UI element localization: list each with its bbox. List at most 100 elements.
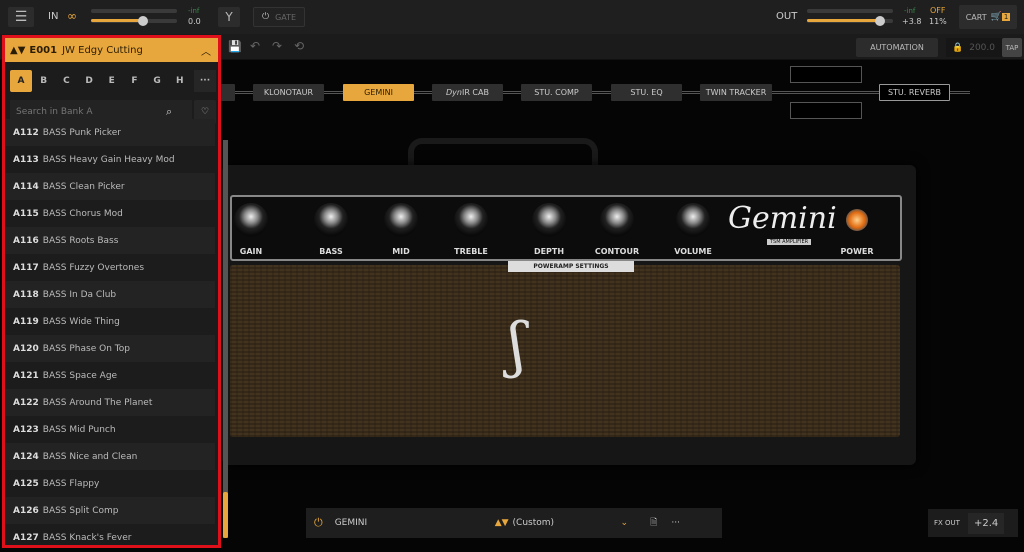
lock-icon[interactable]: 🔒	[952, 43, 963, 53]
preset-header[interactable]: ▲▼ E001 JW Edgy Cutting ︿	[5, 38, 218, 62]
preset-list-item[interactable]: A112 BASS Punk Picker	[5, 119, 215, 146]
save-module-preset-icon[interactable]: 🗎	[650, 515, 657, 531]
preset-id: A114	[13, 181, 39, 192]
cpu-state[interactable]: OFF	[930, 6, 946, 15]
menu-button[interactable]: ☰	[8, 7, 34, 27]
preset-list-item[interactable]: A122 BASS Around The Planet	[5, 389, 215, 416]
preset-name: BASS Space Age	[42, 370, 118, 381]
output-value: +3.8	[902, 17, 922, 26]
automation-button[interactable]: AUTOMATION	[856, 38, 938, 57]
search-icon[interactable]: ⌕	[166, 105, 172, 119]
bpm-field[interactable]: 🔒 200.0	[946, 38, 1002, 57]
input-gain-slider[interactable]	[91, 19, 177, 23]
hamburger-icon: ☰	[14, 9, 28, 25]
gate-label: GATE	[275, 12, 297, 22]
bank-tab-g[interactable]: G	[146, 70, 168, 92]
gate-button[interactable]: ⏻ GATE	[253, 7, 305, 27]
preset-nav-arrows-icon[interactable]: ▲▼	[10, 45, 25, 56]
more-options-icon[interactable]: ···	[671, 518, 680, 528]
input-value: 0.0	[188, 17, 201, 26]
collapse-chevron-icon[interactable]: ︿	[201, 43, 211, 58]
output-gain-handle[interactable]	[875, 16, 886, 26]
bank-tab-f[interactable]: F	[123, 70, 145, 92]
gain-knob[interactable]	[234, 203, 268, 237]
chain-node-gemini[interactable]: GEMINI	[343, 84, 414, 101]
redo-icon[interactable]: ↷	[272, 39, 282, 53]
history-icon[interactable]: ⟲	[294, 39, 304, 53]
bank-tab-a[interactable]: A	[10, 70, 32, 92]
scrollbar-thumb[interactable]	[223, 492, 228, 538]
parallel-slot-bottom[interactable]	[790, 102, 862, 119]
mid-knob[interactable]	[384, 203, 418, 237]
volume-knob[interactable]	[676, 203, 710, 237]
parallel-slot-top[interactable]	[790, 66, 862, 83]
fx-out-label: FX OUT	[934, 519, 960, 527]
preset-list-item[interactable]: A119 BASS Wide Thing	[5, 308, 215, 335]
tap-button[interactable]: TAP	[1002, 38, 1022, 57]
preset-list-item[interactable]: A118 BASS In Da Club	[5, 281, 215, 308]
bass-knob[interactable]	[314, 203, 348, 237]
preset-name: BASS Around The Planet	[42, 397, 153, 408]
bank-tab-d[interactable]: D	[78, 70, 100, 92]
power-icon: ⏻	[261, 12, 270, 22]
module-power-icon[interactable]: ⏻	[314, 516, 323, 530]
bass-label: BASS	[319, 247, 343, 256]
preset-name: BASS In Da Club	[42, 289, 117, 300]
preset-list-item[interactable]: A117 BASS Fuzzy Overtones	[5, 254, 215, 281]
volume-label: VOLUME	[674, 247, 712, 256]
chain-node-dynir-cab[interactable]: Dyn IR CAB	[432, 84, 503, 101]
preset-id: A125	[13, 478, 39, 489]
preset-name: BASS Mid Punch	[42, 424, 116, 435]
amp-logo: Gemini	[728, 201, 837, 236]
scrollbar-track[interactable]	[223, 140, 228, 538]
preset-list-item[interactable]: A127 BASS Knack's Fever	[5, 524, 215, 545]
preset-name: BASS Fuzzy Overtones	[42, 262, 145, 273]
preset-list-item[interactable]: A125 BASS Flappy	[5, 470, 215, 497]
cart-button[interactable]: CART 🛒 1	[959, 5, 1017, 29]
preset-name: BASS Chorus Mod	[42, 208, 123, 219]
poweramp-settings-button[interactable]: POWERAMP SETTINGS	[508, 261, 634, 272]
tuner-button[interactable]: Y	[218, 7, 240, 27]
undo-icon[interactable]: ↶	[250, 39, 260, 53]
preset-browser: ▲▼ E001 JW Edgy Cutting ︿ ABCDEFGH ··· ⌕…	[2, 35, 221, 548]
search-input[interactable]	[16, 107, 166, 117]
preset-list-item[interactable]: A123 BASS Mid Punch	[5, 416, 215, 443]
bank-tab-c[interactable]: C	[55, 70, 77, 92]
cpu-percent: 11%	[929, 17, 947, 26]
preset-list-item[interactable]: A114 BASS Clean Picker	[5, 173, 215, 200]
more-banks-button[interactable]: ···	[194, 70, 216, 92]
preset-list-item[interactable]: A124 BASS Nice and Clean	[5, 443, 215, 470]
preset-list-item[interactable]: A115 BASS Chorus Mod	[5, 200, 215, 227]
preset-list-item[interactable]: A120 BASS Phase On Top	[5, 335, 215, 362]
bank-tab-e[interactable]: E	[101, 70, 123, 92]
chain-node-klonotaur[interactable]: KLONOTAUR	[253, 84, 324, 101]
input-peak: -inf	[188, 7, 200, 15]
module-preset-name[interactable]: (Custom)	[513, 518, 621, 528]
module-preset-arrows-icon[interactable]: ▲▼	[495, 518, 509, 528]
output-label: OUT	[776, 11, 798, 22]
contour-knob[interactable]	[600, 203, 634, 237]
bank-tab-h[interactable]: H	[169, 70, 191, 92]
chain-node-stu-eq[interactable]: STU. EQ	[611, 84, 682, 101]
preset-list-item[interactable]: A121 BASS Space Age	[5, 362, 215, 389]
chain-node-stu-comp[interactable]: STU. COMP	[521, 84, 592, 101]
bank-tab-b[interactable]: B	[33, 70, 55, 92]
preset-list-item[interactable]: A126 BASS Split Comp	[5, 497, 215, 524]
depth-label: DEPTH	[533, 247, 565, 256]
current-preset-name: JW Edgy Cutting	[62, 44, 143, 56]
input-gain-handle[interactable]	[137, 16, 148, 26]
preset-list-item[interactable]: A113 BASS Heavy Gain Heavy Mod	[5, 146, 215, 173]
treble-knob[interactable]	[454, 203, 488, 237]
chain-node-stu-reverb[interactable]: STU. REVERB	[879, 84, 950, 101]
fx-out-value[interactable]: +2.4	[967, 512, 1005, 534]
save-icon[interactable]: 💾	[228, 40, 242, 53]
preset-list-item[interactable]: A116 BASS Roots Bass	[5, 227, 215, 254]
module-preset-dropdown-icon[interactable]: ⌄	[621, 518, 629, 528]
preset-id: A117	[13, 262, 39, 273]
depth-knob[interactable]	[532, 203, 566, 237]
cab-prefix: Dyn	[446, 88, 462, 97]
preset-id: A112	[13, 127, 39, 138]
power-lamp-icon[interactable]	[846, 209, 868, 231]
chain-node-twin-tracker[interactable]: TWIN TRACKER	[700, 84, 772, 101]
stereo-link-icon[interactable]: ∞	[67, 9, 77, 23]
